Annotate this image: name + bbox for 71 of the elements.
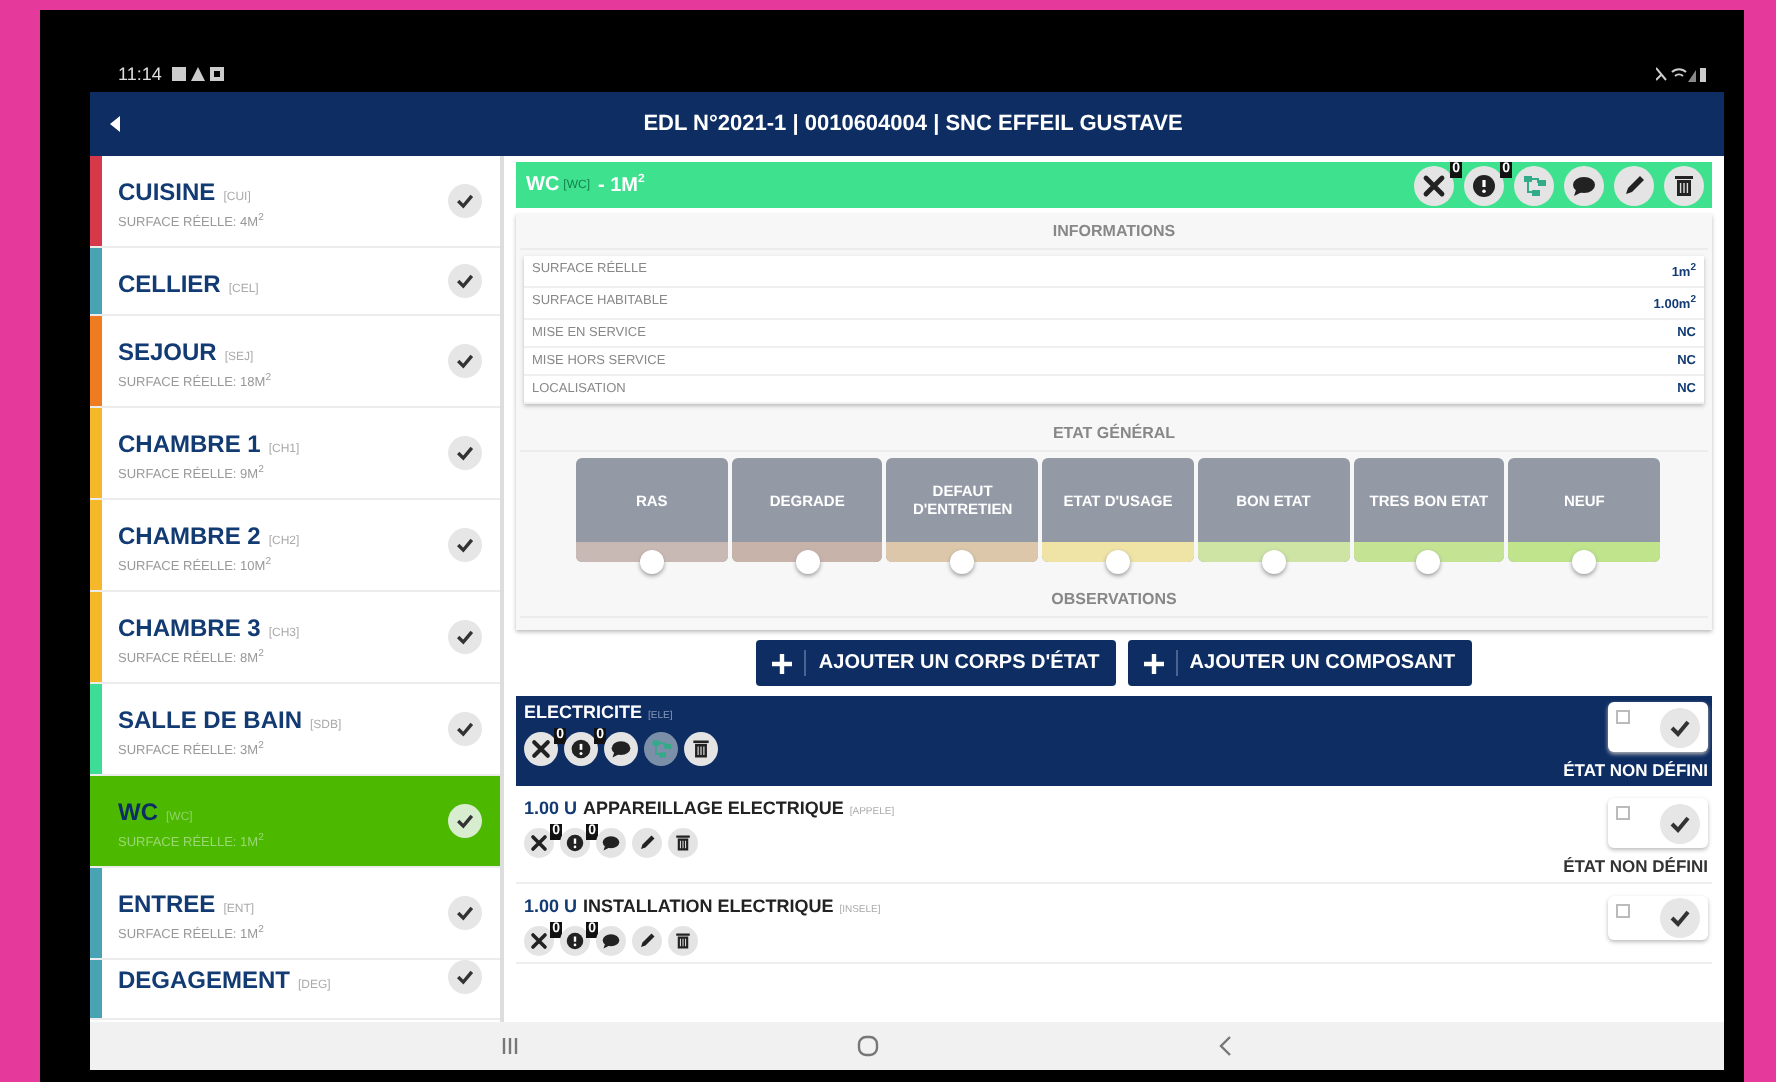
- room-name: ENTREE: [118, 889, 216, 918]
- plus-icon[interactable]: [1143, 653, 1164, 674]
- exclamation-icon[interactable]: [564, 732, 598, 767]
- room-name: CELLIER: [118, 270, 221, 298]
- check-icon[interactable]: [448, 184, 482, 218]
- radio-button[interactable]: [1106, 550, 1131, 575]
- check-icon[interactable]: [448, 804, 482, 838]
- pencil-icon[interactable]: [632, 926, 662, 957]
- speech-bubble-icon[interactable]: [604, 732, 638, 767]
- home-icon[interactable]: [855, 1034, 879, 1058]
- quantity: 1.00 U: [524, 896, 578, 917]
- pencil-icon[interactable]: [1614, 165, 1654, 205]
- checkbox[interactable]: [1616, 904, 1630, 919]
- speech-bubble-icon[interactable]: [1564, 165, 1604, 205]
- trash-icon[interactable]: [1664, 165, 1704, 205]
- checkbox[interactable]: [1616, 710, 1630, 725]
- check-icon[interactable]: [448, 896, 482, 930]
- room-name: CHAMBRE 3: [118, 613, 261, 642]
- plus-icon[interactable]: [772, 653, 793, 674]
- check-icon[interactable]: [1660, 707, 1700, 748]
- check-icon[interactable]: [448, 264, 482, 298]
- check-icon[interactable]: [1660, 803, 1700, 844]
- section-heading: INFORMATIONS: [520, 214, 1708, 250]
- room-name: SALLE DE BAIN: [118, 705, 303, 734]
- check-icon[interactable]: [448, 528, 482, 562]
- radio-button[interactable]: [950, 550, 975, 575]
- exclamation-icon[interactable]: [1464, 165, 1504, 205]
- room-area: - 1M$^{2}$: [598, 173, 645, 197]
- room-name: CHAMBRE 1: [118, 429, 261, 458]
- pencil-icon[interactable]: [632, 828, 662, 859]
- recent-apps-icon[interactable]: [497, 1034, 521, 1058]
- check-icon[interactable]: [448, 960, 482, 994]
- room-title: WC: [526, 174, 560, 196]
- status-time: 11:14: [118, 63, 162, 83]
- check-icon[interactable]: [448, 436, 482, 470]
- trash-icon[interactable]: [668, 828, 698, 859]
- check-icon[interactable]: [448, 620, 482, 654]
- room-name: WC: [118, 797, 158, 826]
- section-heading: OBSERVATIONS: [520, 582, 1708, 619]
- speech-bubble-icon[interactable]: [596, 828, 626, 859]
- radio-button[interactable]: [1416, 550, 1441, 575]
- exclamation-icon[interactable]: [560, 828, 590, 859]
- speech-bubble-icon[interactable]: [596, 926, 626, 957]
- page-title: EDL N°2021-1 | 0010604004 | SNC EFFEIL GUSTAVE: [641, 112, 1185, 136]
- radio-button[interactable]: [1572, 550, 1597, 575]
- trash-icon[interactable]: [668, 926, 698, 957]
- room-name: CHAMBRE 2: [118, 521, 261, 550]
- room-name: SEJOUR: [118, 337, 217, 366]
- section-heading: ETAT GÉNÉRAL: [520, 416, 1708, 453]
- back-icon[interactable]: [110, 116, 122, 132]
- exclamation-icon[interactable]: [560, 926, 590, 957]
- state-control[interactable]: [1608, 702, 1708, 753]
- state-label: ÉTAT NON DÉFINI: [1563, 856, 1708, 877]
- room-name: CUISINE: [118, 177, 216, 206]
- system-status-icons: [1656, 65, 1708, 81]
- check-icon[interactable]: [448, 712, 482, 746]
- state-control[interactable]: [1608, 896, 1708, 941]
- check-icon[interactable]: [1660, 898, 1700, 939]
- room-name: DEGAGEMENT: [118, 966, 291, 994]
- add-button[interactable]: AJOUTER UN COMPOSANT: [1127, 640, 1472, 687]
- component-name: INSTALLATION ELECTRIQUE: [583, 896, 834, 917]
- hierarchy-icon[interactable]: [644, 732, 678, 767]
- quantity: 1.00 U: [524, 798, 578, 819]
- check-icon[interactable]: [448, 344, 482, 378]
- checkbox[interactable]: [1616, 806, 1630, 821]
- category-name: ELECTRICITE: [524, 702, 643, 723]
- state-label: ÉTAT NON DÉFINI: [1563, 760, 1708, 781]
- notification-icons: [171, 65, 224, 81]
- add-button[interactable]: AJOUTER UN CORPS D'ÉTAT: [756, 640, 1116, 687]
- trash-icon[interactable]: [684, 732, 718, 767]
- component-name: APPAREILLAGE ELECTRIQUE: [583, 798, 844, 819]
